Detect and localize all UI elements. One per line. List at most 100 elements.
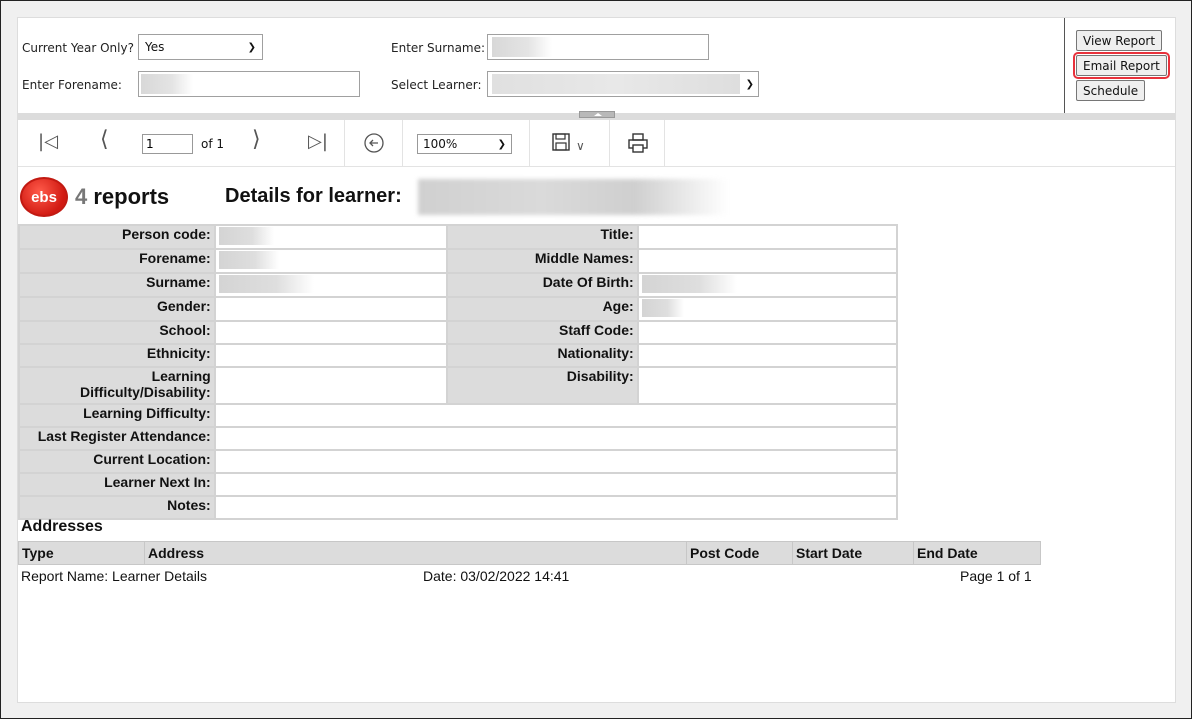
detail-value (213, 224, 448, 250)
column-header-end-date: End Date (913, 541, 1041, 565)
parameter-splitter (18, 111, 1175, 120)
back-to-parent-icon[interactable] (363, 132, 385, 159)
report-title: Details for learner: (225, 185, 402, 207)
detail-value (213, 320, 448, 345)
detail-label: Last Register Attendance: (18, 426, 216, 451)
detail-label: Nationality: (445, 343, 639, 368)
detail-label: Notes: (18, 495, 216, 520)
details-row: Learning Difficulty: (18, 403, 899, 428)
details-row: Forename: Middle Names: (18, 248, 899, 274)
detail-label: Person code: (18, 224, 216, 250)
current-year-value: Yes (145, 40, 165, 54)
detail-label: Learning Difficulty/Disability: (18, 366, 216, 405)
chevron-down-icon: ❯ (497, 138, 506, 150)
detail-label: Staff Code: (445, 320, 639, 345)
toolbar-divider (664, 120, 665, 166)
detail-label: Current Location: (18, 449, 216, 474)
detail-value (636, 343, 899, 368)
surname-input[interactable] (487, 34, 709, 60)
page-number-input[interactable] (142, 134, 193, 154)
zoom-select[interactable]: 100% ❯ (417, 134, 512, 154)
detail-value (636, 320, 899, 345)
print-icon[interactable] (627, 132, 649, 159)
detail-value (213, 296, 448, 322)
details-row: School: Staff Code: (18, 320, 899, 345)
next-page-icon[interactable]: ⟩ (252, 129, 261, 151)
detail-label: Learning Difficulty: (18, 403, 216, 428)
details-row: Last Register Attendance: (18, 426, 899, 451)
detail-value (213, 366, 448, 405)
redacted-value (641, 275, 737, 293)
details-row: Surname: Date Of Birth: (18, 272, 899, 298)
detail-value (636, 224, 899, 250)
collapse-parameters-handle[interactable] (579, 111, 615, 118)
forename-label: Enter Forename: (22, 78, 122, 92)
addresses-heading: Addresses (21, 518, 103, 535)
detail-label: Forename: (18, 248, 216, 274)
detail-value (213, 472, 899, 497)
details-row: Ethnicity: Nationality: (18, 343, 899, 368)
details-row: Person code: Title: (18, 224, 899, 250)
detail-value (213, 403, 899, 428)
redacted-learner (492, 74, 740, 94)
details-row: Current Location: (18, 449, 899, 474)
detail-value (213, 343, 448, 368)
toolbar-divider (402, 120, 403, 166)
column-header-post-code: Post Code (686, 541, 793, 565)
forename-input[interactable] (138, 71, 360, 97)
current-year-select[interactable]: Yes ❯ (138, 34, 263, 60)
action-buttons: View Report Email Report Schedule (1064, 18, 1175, 113)
chevron-down-icon: ❯ (247, 41, 256, 53)
redacted-learner-name (418, 179, 728, 215)
detail-label: School: (18, 320, 216, 345)
detail-label: Ethnicity: (18, 343, 216, 368)
detail-value (213, 449, 899, 474)
detail-label: Gender: (18, 296, 216, 322)
redacted-value (218, 227, 274, 245)
redacted-value (218, 275, 314, 293)
current-year-label: Current Year Only? (22, 41, 134, 55)
footer-report-name: Report Name: Learner Details (21, 568, 207, 584)
detail-value (636, 366, 899, 405)
addresses-table: Type Address Post Code Start Date End Da… (18, 541, 1041, 565)
detail-value (213, 272, 448, 298)
chevron-down-icon: ❯ (745, 78, 754, 90)
toolbar-divider (529, 120, 530, 166)
learner-label: Select Learner: (391, 78, 482, 92)
redacted-forename (141, 74, 193, 94)
footer-date: Date: 03/02/2022 14:41 (423, 568, 570, 584)
detail-value (636, 272, 899, 298)
logo-four: 4 (75, 184, 88, 209)
previous-page-icon[interactable]: ⟨ (100, 129, 109, 151)
addresses-header-row: Type Address Post Code Start Date End Da… (18, 541, 1041, 565)
logo-badge: ebs (20, 177, 68, 217)
report-viewer: Current Year Only? Yes ❯ Enter Forename:… (17, 17, 1176, 703)
footer-page: Page 1 of 1 (960, 568, 1032, 584)
surname-label: Enter Surname: (391, 41, 486, 55)
redacted-value (218, 251, 279, 269)
report-toolbar: |◁ ⟨ of 1 ⟩ ▷| 100% ❯ ∨ (18, 120, 1175, 167)
detail-label: Disability: (445, 366, 639, 405)
column-header-address: Address (144, 541, 687, 565)
detail-label: Surname: (18, 272, 216, 298)
save-dropdown-chevron-icon[interactable]: ∨ (576, 136, 585, 156)
email-report-button[interactable]: Email Report (1073, 52, 1170, 79)
column-header-type: Type (18, 541, 145, 565)
last-page-icon[interactable]: ▷| (308, 132, 328, 152)
first-page-icon[interactable]: |◁ (38, 132, 58, 152)
detail-value (636, 248, 899, 274)
detail-label: Middle Names: (445, 248, 639, 274)
toolbar-divider (609, 120, 610, 166)
logo-text: 4 reports (75, 184, 169, 210)
redacted-value (641, 299, 684, 317)
schedule-button[interactable]: Schedule (1076, 80, 1146, 101)
details-row: Gender: Age: (18, 296, 899, 322)
detail-value (213, 248, 448, 274)
detail-value (636, 296, 899, 322)
logo-reports: reports (93, 184, 170, 209)
save-icon[interactable] (551, 132, 571, 157)
learner-details-table: Person code: Title: Forename: Middle Nam… (18, 224, 899, 520)
learner-select[interactable]: ❯ (487, 71, 759, 97)
detail-value (213, 495, 899, 520)
view-report-button[interactable]: View Report (1076, 30, 1163, 51)
